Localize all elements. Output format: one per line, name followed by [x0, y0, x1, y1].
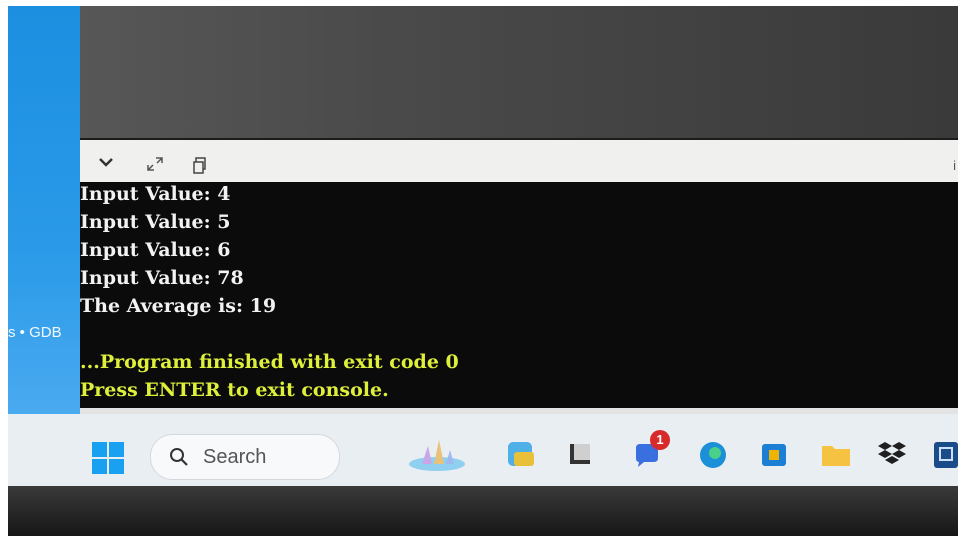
side-panel: s • GDB — [8, 6, 80, 414]
output-line: Input Value: 4 — [80, 183, 231, 205]
edge-icon[interactable] — [698, 440, 728, 470]
output-line: Input Value: 5 — [80, 211, 231, 233]
widgets-icon[interactable] — [406, 436, 468, 472]
start-icon[interactable] — [92, 442, 124, 474]
chevron-down-icon[interactable] — [98, 156, 114, 170]
app-icon[interactable] — [934, 440, 958, 470]
output-line: Input Value: 78 — [80, 267, 244, 289]
exit-code-line: ...Program finished with exit code 0 — [80, 351, 459, 373]
dropbox-icon[interactable] — [878, 440, 908, 470]
console-toolbar: i — [80, 140, 958, 182]
app-icon[interactable] — [506, 440, 536, 470]
console-output: Input Value: 4 Input Value: 5 Input Valu… — [80, 182, 958, 408]
copy-icon[interactable] — [192, 156, 208, 176]
toolbar-right-text: i — [953, 158, 956, 173]
terminal-icon[interactable] — [568, 440, 598, 470]
taskbar: Search 1 — [8, 414, 958, 486]
monitor-bezel — [8, 486, 958, 536]
background-area — [8, 6, 958, 138]
search-placeholder: Search — [203, 446, 267, 468]
chat-icon[interactable]: 1 — [632, 430, 670, 470]
output-line: Input Value: 6 — [80, 239, 231, 261]
average-line: The Average is: 19 — [80, 295, 277, 317]
screen-photo: s • GDB i Input Value: 4 Input Value: 5 … — [8, 6, 958, 536]
gdb-tab-label[interactable]: s • GDB — [8, 324, 62, 341]
search-icon — [169, 447, 189, 472]
store-icon[interactable] — [760, 440, 790, 470]
notification-badge: 1 — [650, 430, 670, 450]
press-enter-line: Press ENTER to exit console. — [80, 379, 389, 401]
search-input[interactable]: Search — [150, 434, 340, 480]
file-explorer-icon[interactable] — [820, 440, 850, 470]
expand-icon[interactable] — [146, 156, 164, 174]
